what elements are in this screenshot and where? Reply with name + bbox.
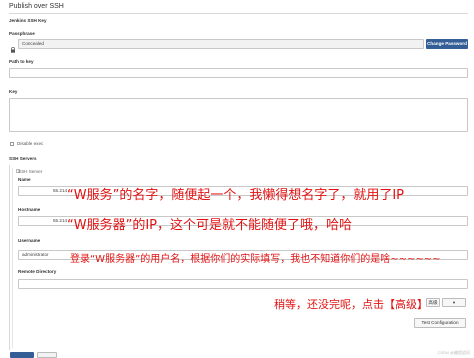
change-password-button[interactable]: Change Password — [426, 39, 468, 49]
annotation-name: “W服务”的名字，随便起一个，我懒得想名字了，就用了IP — [67, 188, 404, 203]
remote-directory-label: Remote Directory — [18, 269, 57, 274]
test-configuration-button[interactable]: Test Configuration — [414, 318, 466, 328]
annotation-advanced: 稍等，还没完呢，点击【高级】 — [274, 298, 428, 311]
advanced-dropdown-button[interactable]: ▾ — [442, 298, 466, 307]
path-to-key-label: Path to key — [9, 59, 34, 64]
apply-button[interactable] — [37, 352, 57, 358]
ssh-servers-bracket — [9, 165, 10, 350]
watermark: CSDN @编程追风 — [437, 350, 470, 355]
hostname-label: Hostname — [18, 207, 41, 212]
ssh-servers-label: SSH Servers — [9, 156, 37, 161]
jenkins-ssh-key-label: Jenkins SSH Key — [9, 18, 47, 23]
path-to-key-input[interactable] — [9, 68, 468, 78]
lock-icon — [10, 40, 16, 53]
annotation-username: 登录“W服务器”的用户名，根据你们的实际填写，我也不知道你们的是啥~~~~~~ — [70, 254, 441, 265]
advanced-button[interactable]: 高级 — [426, 298, 440, 307]
disable-exec-checkbox[interactable] — [10, 142, 14, 146]
passphrase-field: Concealed — [18, 39, 424, 49]
passphrase-label: Passphrase — [9, 31, 35, 36]
chevron-down-icon: ▾ — [452, 300, 456, 305]
ssh-server-sublabel: SSH Server — [18, 169, 43, 174]
name-label: Name — [18, 177, 31, 182]
username-label: Username — [18, 238, 41, 243]
section-divider — [9, 13, 468, 14]
section-title: Publish over SSH — [9, 3, 64, 10]
ssh-server-bracket — [12, 168, 13, 348]
remote-directory-input[interactable] — [18, 279, 468, 289]
disable-exec-label: Disable exec — [17, 141, 44, 146]
annotation-hostname: “W服务器”的IP，这个可是就不能随便了哦，哈哈 — [67, 218, 352, 233]
save-button[interactable] — [10, 352, 34, 358]
key-textarea[interactable] — [9, 98, 468, 132]
key-label: Key — [9, 89, 18, 94]
advanced-button-label: 高级 — [428, 300, 438, 305]
